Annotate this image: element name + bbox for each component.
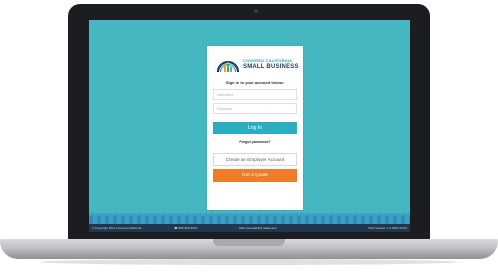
password-input[interactable]: Password: [213, 103, 297, 114]
covered-california-logo-icon: [216, 60, 240, 73]
footer-version: Web Version: 1.0.0001 01/13: [368, 226, 407, 230]
laptop-screen: COVERED CALIFORNIA SMALL BUSINESS Sign i…: [89, 20, 410, 232]
footer-copyright: © Copyright 2014 Covered California: [92, 226, 142, 230]
username-input[interactable]: Username: [213, 89, 297, 100]
laptop-hinge-notch: [213, 239, 285, 246]
login-button[interactable]: Log In: [213, 122, 297, 134]
brand-name-line2: SMALL BUSINESS: [243, 64, 299, 70]
footer-phone: ☎ 855-650-6070: [174, 226, 198, 230]
brand-name-line1: COVERED CALIFORNIA: [243, 58, 293, 63]
camera-icon: [254, 9, 258, 13]
create-employer-account-button[interactable]: Create an Employer Account: [213, 153, 297, 166]
login-card: COVERED CALIFORNIA SMALL BUSINESS Sign i…: [207, 46, 303, 210]
laptop-shadow: [40, 259, 458, 265]
decorative-wave-band: [89, 212, 410, 224]
forgot-password-link[interactable]: Forgot password?: [207, 140, 303, 144]
page-footer: © Copyright 2014 Covered California ☎ 85…: [89, 224, 410, 232]
footer-accessibility-link[interactable]: Web Accessibility Statement: [239, 226, 277, 230]
signin-heading: Sign in to your account below:: [225, 80, 285, 85]
get-a-quote-button[interactable]: Get a Quote: [213, 169, 297, 182]
